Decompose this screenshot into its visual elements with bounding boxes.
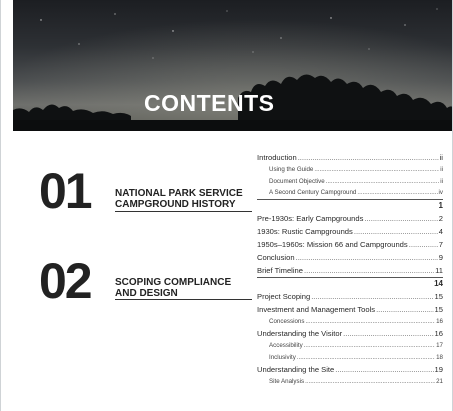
toc-subentry[interactable]: Document Objective ii: [257, 176, 443, 188]
toc-entry-page: 4: [438, 226, 443, 236]
toc-entry-title: Accessibility: [269, 342, 303, 349]
toc-leader-dots: [343, 327, 433, 340]
toc-entry-title: Inclusivity: [269, 353, 296, 361]
toc-entry-page: 19: [434, 365, 443, 374]
section-02-underline: [115, 299, 252, 300]
toc-entry-title: Pre-1930s: Early Campgrounds: [257, 213, 364, 223]
toc-entry[interactable]: 1950s–1960s: Mission 66 and Campgrounds 7: [257, 238, 443, 251]
toc-entry-page: 16: [434, 329, 443, 338]
toc-leader-dots: [335, 363, 433, 376]
toc-entry[interactable]: Brief Timeline 11: [257, 264, 443, 277]
toc-entry[interactable]: Conclusion 9: [257, 251, 443, 264]
toc-entry-title: Project Scoping: [257, 291, 311, 301]
section-title-02-line1: SCOPING COMPLIANCE: [115, 277, 232, 288]
toc-entry[interactable]: Pre-1930s: Early Campgrounds 2: [257, 212, 443, 225]
toc-leader-dots: [357, 187, 437, 199]
section-title-01-line1: NATIONAL PARK SERVICE: [115, 188, 243, 199]
toc-entry-page: 2: [438, 213, 443, 223]
toc-leader-dots: [305, 376, 435, 388]
toc-entry-page: 16: [436, 317, 443, 325]
toc-entry-title: Understanding the Site: [257, 365, 335, 374]
table-of-contents: Introduction ii Using the Guide ii Documen…: [257, 151, 443, 388]
toc-entry-title: Concessions: [269, 317, 305, 325]
section-01-divider: 1: [257, 198, 443, 212]
toc-subentry[interactable]: Concessions 16: [257, 316, 443, 328]
toc-entry-page: 15: [434, 304, 443, 314]
toc-entry-page: 7: [438, 239, 443, 249]
toc-entry-title: Brief Timeline: [257, 265, 303, 275]
toc-entry[interactable]: Understanding the Visitor 16: [257, 327, 443, 340]
section-title-01-line2: CAMPGROUND HISTORY: [115, 199, 236, 210]
toc-leader-dots: [297, 352, 435, 364]
toc-entry[interactable]: 1930s: Rustic Campgrounds 4: [257, 225, 443, 238]
toc-entry-page: 18: [436, 353, 443, 361]
toc-entry-title: A Second Century Campground: [269, 189, 357, 196]
toc-entry-title: Investment and Management Tools: [257, 304, 376, 314]
toc-entry[interactable]: Understanding the Site 19: [257, 363, 443, 376]
section-01-start-page: 1: [438, 200, 443, 210]
section-number-01: 01: [39, 163, 93, 219]
toc-entry-page: ii: [439, 153, 443, 162]
night-sky-hero-image: CONTENTS: [13, 0, 452, 131]
toc-entry-page: 17: [436, 342, 443, 349]
toc-entry-title: Conclusion: [257, 252, 295, 262]
toc-leader-dots: [311, 290, 433, 303]
toc-subentry[interactable]: Using the Guide ii: [257, 164, 443, 176]
toc-entry-title: Using the Guide: [269, 166, 314, 173]
toc-leader-dots: [296, 251, 438, 264]
section-02-divider: 14: [257, 276, 443, 290]
toc-entry-page: 9: [438, 252, 443, 262]
section-number-02: 02: [39, 253, 93, 309]
toc-entry-title: Introduction: [257, 153, 297, 162]
toc-subentry[interactable]: A Second Century Campground iv: [257, 187, 443, 199]
toc-entry[interactable]: Project Scoping 15: [257, 290, 443, 303]
toc-entry-title: 1930s: Rustic Campgrounds: [257, 226, 353, 236]
toc-entry[interactable]: Investment and Management Tools 15: [257, 303, 443, 316]
toc-leader-dots: [364, 212, 437, 225]
toc-leader-dots: [326, 176, 440, 188]
toc-entry-page: 11: [435, 265, 443, 275]
section-title-02-line2: AND DESIGN: [115, 288, 178, 299]
toc-entry-page: 21: [436, 378, 443, 385]
toc-entry-page: ii: [440, 166, 443, 173]
section-01-underline: [115, 211, 252, 212]
toc-leader-dots: [305, 316, 435, 328]
contents-page: CONTENTS 01 NATIONAL PARK SERVICE CAMPGR…: [0, 0, 453, 411]
toc-leader-dots: [298, 151, 439, 164]
toc-leader-dots: [409, 238, 438, 251]
toc-entry-page: ii: [440, 177, 443, 185]
toc-entry-title: 1950s–1960s: Mission 66 and Campgrounds: [257, 239, 408, 249]
section-02-start-page: 14: [434, 278, 443, 288]
toc-entry-page: iv: [438, 189, 443, 196]
section-title-01: NATIONAL PARK SERVICE CAMPGROUND HISTORY: [115, 188, 243, 210]
toc-entry-title: Document Objective: [269, 177, 325, 185]
contents-heading: CONTENTS: [144, 90, 275, 116]
toc-subentry[interactable]: Accessibility 17: [257, 340, 443, 352]
toc-subentry[interactable]: Site Analysis 21: [257, 376, 443, 388]
toc-leader-dots: [354, 225, 438, 238]
toc-entry-page: 15: [434, 291, 443, 301]
toc-leader-dots: [304, 340, 435, 352]
toc-entry-title: Site Analysis: [269, 378, 305, 385]
toc-subentry[interactable]: Inclusivity 18: [257, 352, 443, 364]
toc-entry[interactable]: Introduction ii: [257, 151, 443, 164]
toc-leader-dots: [314, 164, 439, 176]
toc-entry-title: Understanding the Visitor: [257, 329, 343, 338]
toc-leader-dots: [304, 264, 434, 277]
toc-leader-dots: [376, 303, 433, 316]
section-title-02: SCOPING COMPLIANCE AND DESIGN: [115, 277, 231, 299]
